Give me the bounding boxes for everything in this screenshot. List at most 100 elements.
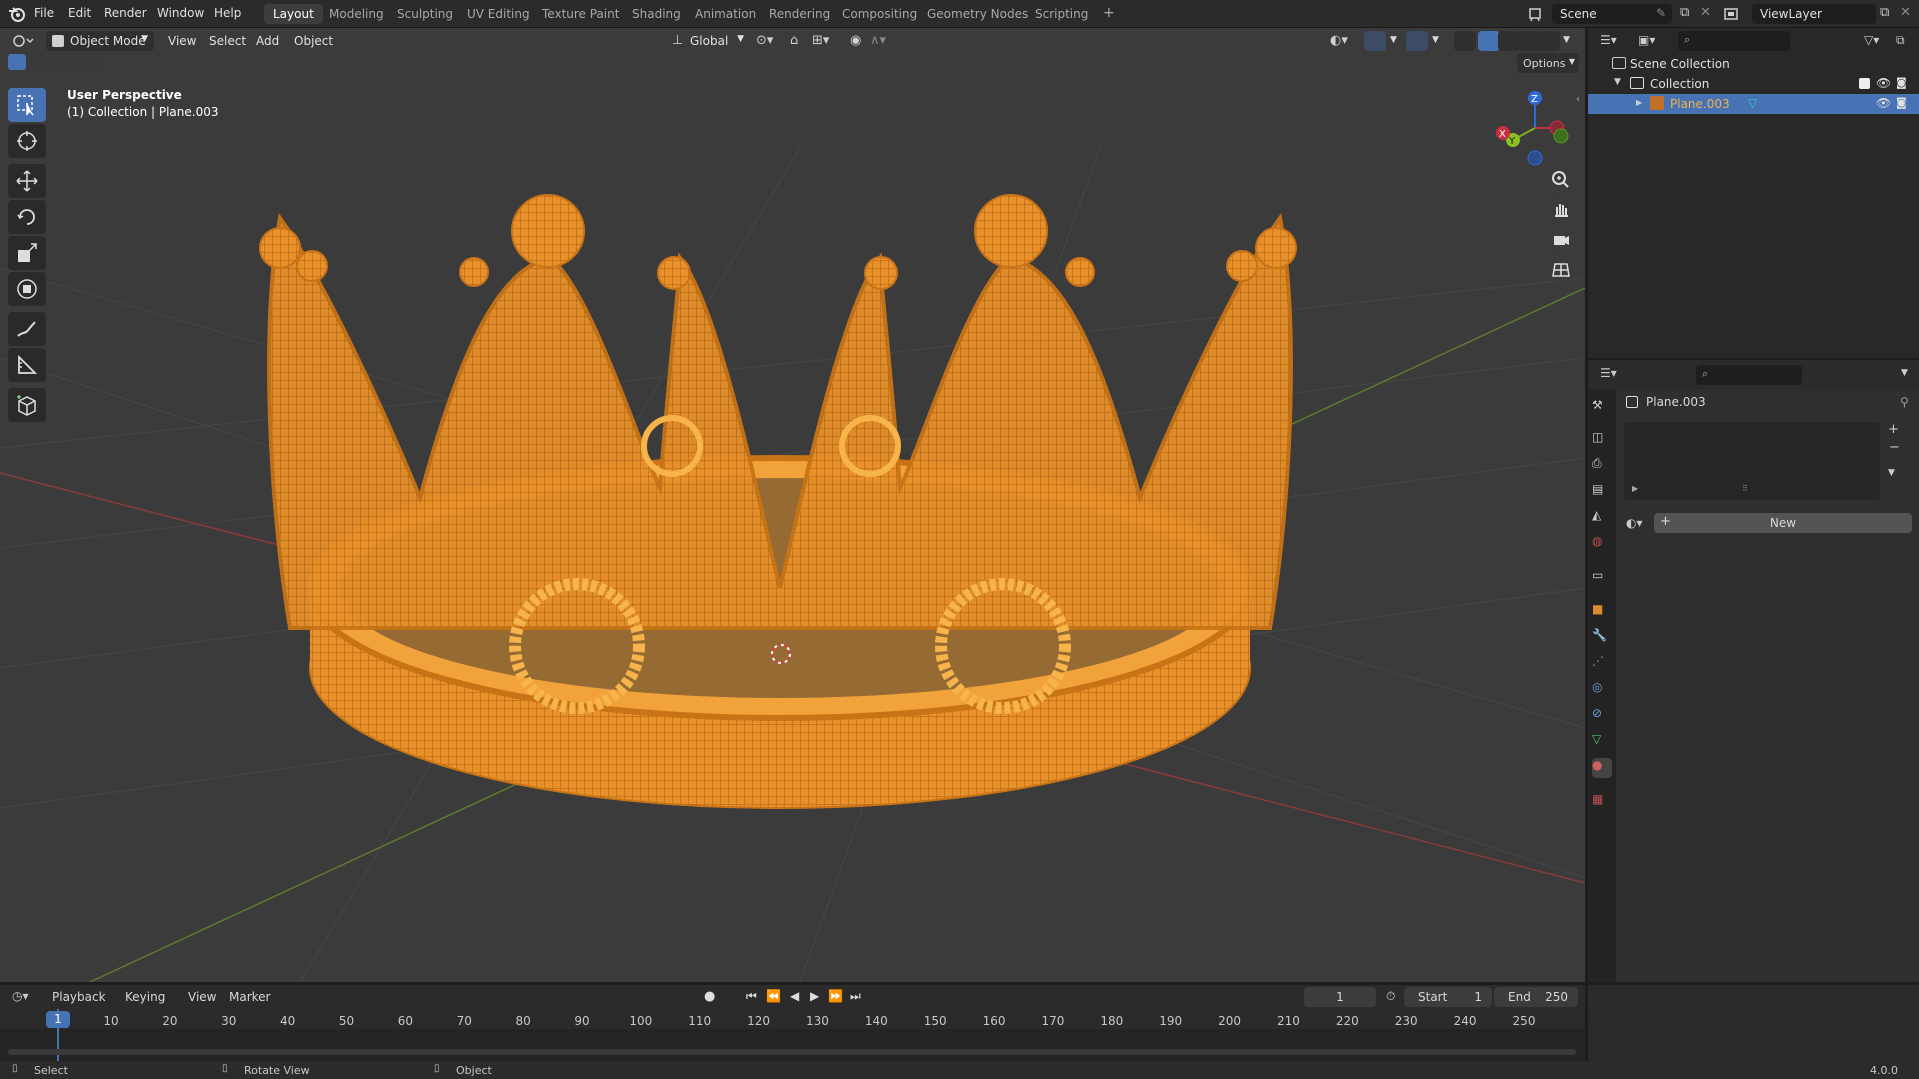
move-tool[interactable] [8,164,46,198]
prev-keyframe-icon[interactable]: ⏪ [766,989,781,1003]
crown-mesh[interactable] [259,194,1297,809]
visibility-icon[interactable]: ◐▾ [1330,33,1348,48]
frame-ruler[interactable]: 1102030405060708090100110120130140150160… [0,1009,1585,1029]
new-material-button[interactable]: + New [1654,513,1912,533]
physics-tab-icon[interactable]: ◎ [1592,680,1612,700]
current-frame-field[interactable]: 1 [1304,987,1376,1007]
viewport-menu-view[interactable]: View [168,34,196,48]
outliner-search-input[interactable]: ⌕ [1678,31,1790,51]
modifiers-tab-icon[interactable]: 🔧 [1592,628,1612,648]
delete-view-layer-icon[interactable]: ✕ [1900,5,1911,20]
gizmo-toggle-icon[interactable] [1364,31,1386,51]
scene-icon[interactable] [1527,5,1545,26]
tab-animation[interactable]: Animation [686,4,765,24]
cursor-tool[interactable] [8,124,46,158]
new-scene-icon[interactable]: ⧉ [1680,5,1689,20]
view-layer-selector[interactable]: ViewLayer [1752,4,1876,24]
tab-modeling[interactable]: Modeling [320,4,393,24]
xray-toggle-icon[interactable] [1454,31,1476,51]
view-layer-icon[interactable] [1722,5,1740,26]
tab-sculpting[interactable]: Sculpting [388,4,462,24]
collection-tab-icon[interactable]: ▭ [1592,568,1612,588]
timeline-menu-keying[interactable]: Keying [125,990,165,1004]
overlay-toggle-icon[interactable] [1406,31,1428,51]
transform-tool[interactable] [8,272,46,306]
constraints-tab-icon[interactable]: ⊘ [1592,706,1612,726]
stopwatch-icon[interactable]: ⏱ [1386,989,1395,1004]
zoom-view-icon[interactable] [1547,166,1575,194]
scene-tab-icon[interactable]: ◭ [1592,508,1612,528]
view-layer-tab-icon[interactable]: ▤ [1592,482,1612,502]
outliner-row-collection[interactable]: ▼ Collection 👁 ◙ [1588,74,1919,94]
tab-rendering[interactable]: Rendering [760,4,839,24]
properties-editor-type-icon[interactable]: ☰▾ [1600,366,1617,380]
viewport-menu-add[interactable]: Add [256,34,279,48]
pivot-point-icon[interactable]: ⊙▾ [756,33,773,48]
add-slot-icon[interactable]: + [1888,422,1899,437]
add-cube-tool[interactable] [8,388,46,422]
select-extend-icon[interactable] [27,54,45,70]
camera-render-icon[interactable]: ◙ [1896,96,1907,109]
end-frame-field[interactable]: End 250 [1494,987,1578,1007]
select-invert-icon[interactable] [65,54,83,70]
expand-arrow-icon[interactable]: ▶ [1632,484,1638,493]
timeline-area[interactable]: 1102030405060708090100110120130140150160… [0,1009,1585,1061]
timeline-editor-type-icon[interactable]: ◷▾ [12,989,29,1003]
select-new-icon[interactable] [8,54,26,70]
tab-layout[interactable]: Layout [264,4,323,24]
pan-view-icon[interactable] [1547,196,1575,224]
tool-tab-icon[interactable]: ⚒ [1592,398,1612,418]
expand-arrow-icon[interactable]: ▶ [1636,98,1642,107]
outliner-editor-type-icon[interactable]: ☰▾ [1600,33,1617,47]
tab-texture-paint[interactable]: Texture Paint [533,4,628,24]
shading-dropdown-icon[interactable]: ▼ [1563,35,1570,45]
eye-icon[interactable]: 👁 [1876,76,1891,90]
texture-tab-icon[interactable]: ▦ [1592,792,1612,812]
menu-render[interactable]: Render [104,6,147,20]
viewport-scene[interactable] [0,28,1585,982]
outliner-row-scene-collection[interactable]: Scene Collection [1588,54,1919,74]
new-collection-icon[interactable]: ⧉ [1896,33,1905,48]
tab-compositing[interactable]: Compositing [833,4,926,24]
menu-window[interactable]: Window [157,6,204,20]
editor-type-icon[interactable] [12,34,34,51]
3d-viewport[interactable]: Object Mode ▼ View Select Add Object Glo… [0,28,1585,982]
options-dropdown[interactable]: Options ▼ [1517,53,1579,73]
viewport-menu-select[interactable]: Select [209,34,246,48]
solid-shading-icon[interactable] [1498,31,1520,51]
snap-icon[interactable]: ⌂ [790,33,798,48]
output-tab-icon[interactable]: ⎙ [1592,456,1612,476]
add-workspace-button[interactable]: + [1094,4,1124,24]
camera-view-icon[interactable] [1547,226,1575,254]
overlay-dropdown-icon[interactable]: ▼ [1432,35,1439,45]
rendered-shading-icon[interactable] [1538,31,1560,51]
outliner-row-plane[interactable]: ▶ Plane.003 ▽ 👁 ◙ [1588,94,1919,114]
particles-tab-icon[interactable]: ⋰ [1592,654,1612,674]
checkbox-icon[interactable] [1859,78,1870,89]
render-tab-icon[interactable]: ◫ [1592,430,1612,450]
perspective-toggle-icon[interactable] [1547,256,1575,284]
slot-specials-icon[interactable]: ▼ [1888,468,1895,478]
start-frame-field[interactable]: Start 1 [1404,987,1492,1007]
tab-shading[interactable]: Shading [623,4,690,24]
resize-handle-icon[interactable]: ⠿ [1742,484,1748,493]
next-keyframe-icon[interactable]: ⏩ [828,989,843,1003]
timeline-menu-playback[interactable]: Playback [52,990,106,1004]
wireframe-shading-icon[interactable] [1478,31,1500,51]
viewport-menu-object[interactable]: Object [294,34,333,48]
select-subtract-icon[interactable] [46,54,64,70]
mesh-data-icon[interactable]: ▽ [1748,96,1757,110]
delete-scene-icon[interactable]: ✕ [1700,5,1711,20]
play-icon[interactable]: ▶ [810,989,819,1003]
proportional-edit-icon[interactable]: ◉ [850,33,861,48]
collapse-arrow-icon[interactable]: ▼ [1614,77,1621,87]
new-view-layer-icon[interactable]: ⧉ [1880,5,1889,20]
blender-logo-icon[interactable] [8,5,26,26]
sidebar-toggle-icon[interactable]: ‹ [1576,94,1580,105]
timeline-menu-view[interactable]: View [188,990,216,1004]
display-mode-icon[interactable]: ▣▾ [1638,33,1655,47]
measure-tool[interactable] [8,348,46,382]
play-reverse-icon[interactable]: ◀ [790,989,799,1003]
record-icon[interactable]: ● [704,989,715,1004]
menu-file[interactable]: File [34,6,54,20]
